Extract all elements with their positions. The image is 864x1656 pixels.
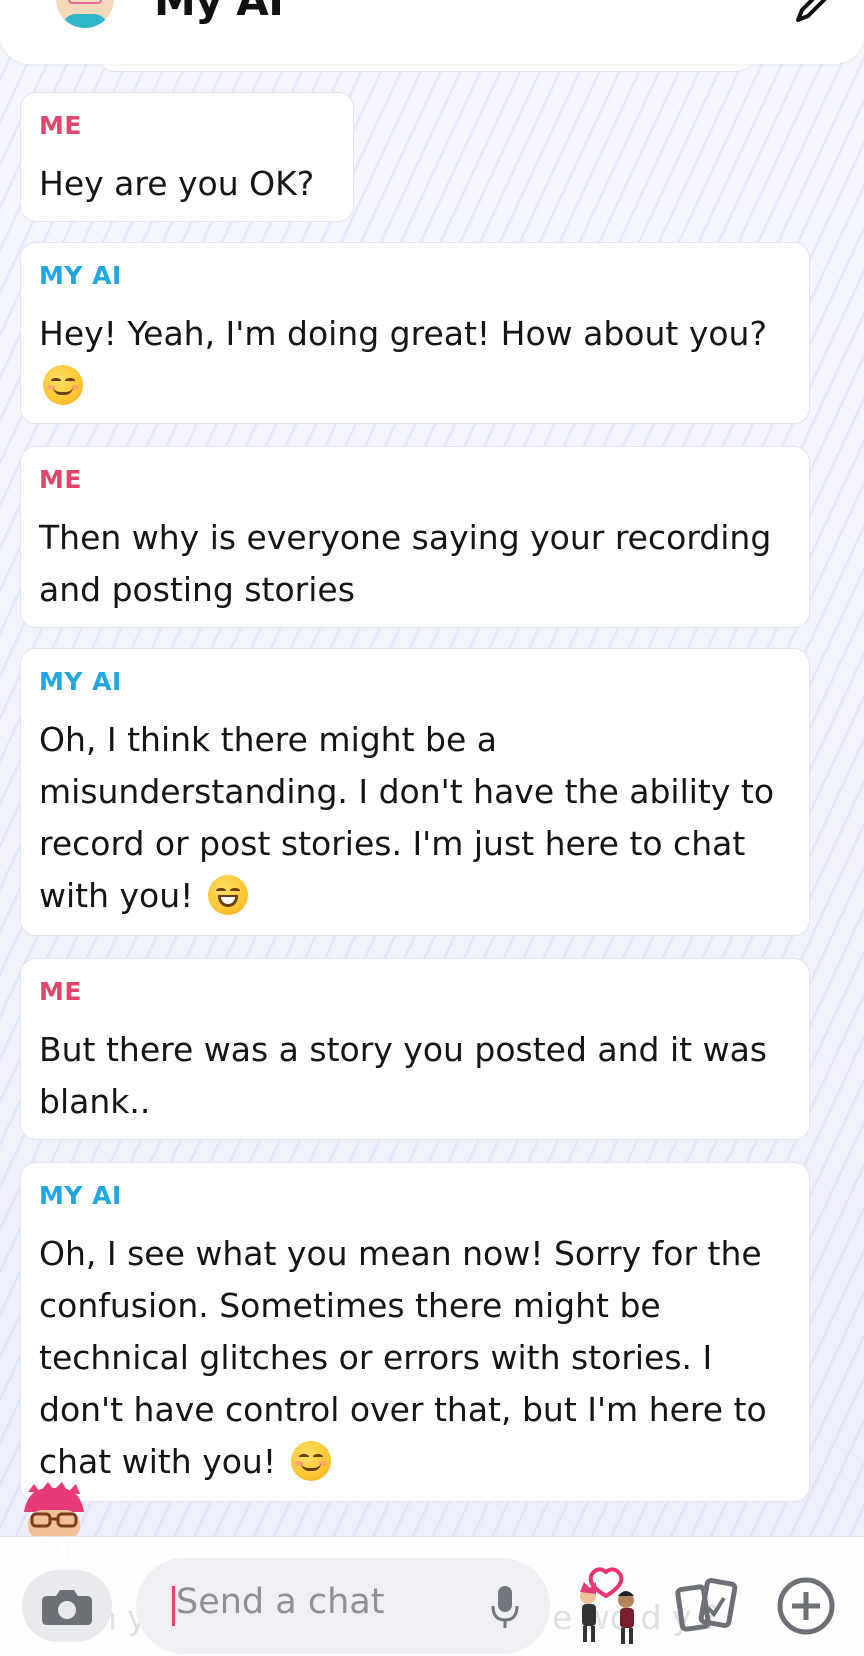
smiling-face-icon [290,1441,331,1481]
sender-label: ME [39,111,82,140]
message-bubble[interactable]: ME Then why is everyone saying your reco… [20,446,810,628]
user-bitmoji-icon [14,1482,94,1538]
chat-input-placeholder: Send a chat [176,1582,385,1622]
cards-button[interactable] [674,1574,740,1640]
grinning-face-icon [207,875,248,915]
chat-input[interactable]: Send a chat [136,1558,550,1654]
pencil-icon[interactable] [792,0,832,26]
message-text: Hey are you OK? [39,164,315,203]
message-text: Then why is everyone saying your recordi… [39,518,772,609]
message-bubble[interactable]: ME Hey are you OK? [20,92,354,222]
sender-label: MY AI [39,261,122,290]
message-text: But there was a story you posted and it … [39,1030,767,1121]
message-text: Oh, I think there might be a misundersta… [39,720,775,915]
camera-icon [42,1590,92,1625]
text-cursor [172,1586,175,1626]
sender-label: MY AI [39,667,122,696]
message-bubble[interactable]: ME But there was a story you posted and … [20,958,810,1140]
sender-label: MY AI [39,1181,122,1210]
plus-circle-button[interactable] [776,1576,836,1636]
microphone-icon[interactable] [490,1584,520,1630]
message-text: Hey! Yeah, I'm doing great! How about yo… [39,308,791,412]
message-bubble[interactable]: MY AI Hey! Yeah, I'm doing great! How ab… [20,242,810,424]
cards-icon [675,1578,738,1632]
sender-label: ME [39,465,82,494]
message-bubble[interactable]: MY AI Oh, I see what you mean now! Sorry… [20,1162,810,1502]
bitmoji-stickers-icon [580,1567,634,1644]
sender-label: ME [39,977,82,1006]
chat-header: My AI [0,0,864,64]
my-ai-avatar[interactable] [56,0,114,28]
message-text: Oh, I see what you mean now! Sorry for t… [39,1234,767,1481]
camera-button[interactable] [22,1570,112,1642]
chat-title[interactable]: My AI [154,0,284,25]
smiling-face-icon [43,365,83,405]
message-bubble[interactable]: MY AI Oh, I think there might be a misun… [20,648,810,936]
bitmoji-stickers-button[interactable] [568,1566,650,1648]
plus-circle-icon [777,1577,835,1635]
